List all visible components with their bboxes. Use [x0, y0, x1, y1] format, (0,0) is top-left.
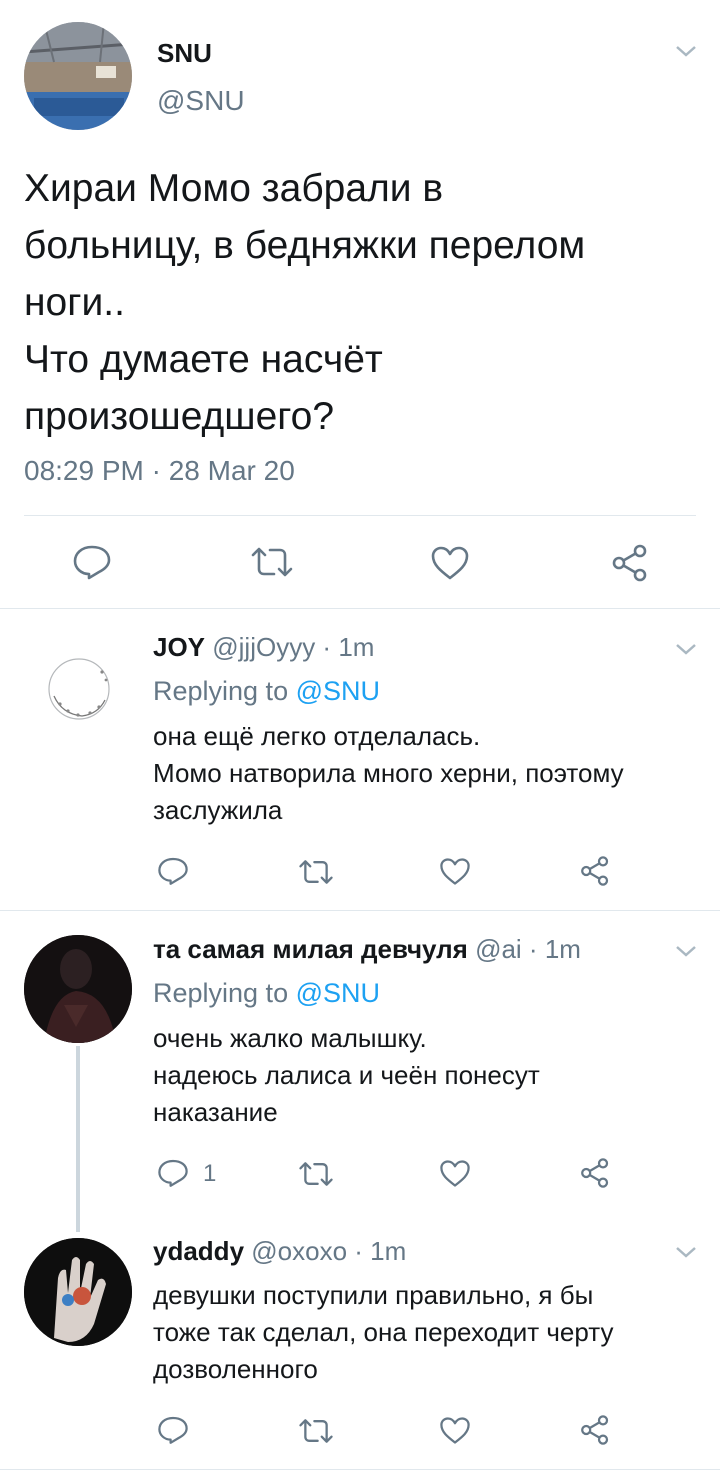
main-tweet-timestamp[interactable]: 08:29 PM · 28 Mar 20	[24, 455, 295, 487]
main-tweet-text-line: Что думаете насчёт	[24, 338, 383, 381]
reply-like-icon[interactable]	[439, 1416, 471, 1445]
reply-handle-meta[interactable]: @ai · 1m	[475, 934, 581, 964]
reply-text-line: Момо натворила много херни, поэтому	[153, 758, 624, 788]
reply-chevron-down-icon[interactable]	[675, 1245, 697, 1259]
replying-to-label: Replying to	[153, 676, 296, 706]
reply-retweet-icon[interactable]	[298, 858, 334, 886]
reply-like-icon[interactable]	[439, 857, 471, 886]
reply-share-icon[interactable]	[579, 1414, 611, 1446]
reply-reply-icon[interactable]	[157, 1415, 189, 1445]
reply-reply-icon[interactable]	[157, 1158, 189, 1188]
reply-text-line: она ещё легко отделалась.	[153, 721, 481, 751]
reply-reply-icon[interactable]	[157, 856, 189, 886]
main-tweet-divider	[24, 515, 696, 516]
replying-to-label: Replying to	[153, 978, 296, 1008]
main-tweet-text-line: больницу, в бедняжки перелом	[24, 224, 586, 267]
main-tweet-display-name[interactable]: SNU	[157, 38, 212, 69]
divider	[0, 608, 720, 609]
wreath-avatar-icon	[48, 658, 110, 720]
hand-portrait-avatar-icon	[24, 1238, 132, 1346]
reply-count: 1	[203, 1160, 217, 1187]
main-tweet-handle[interactable]: @SNU	[157, 85, 245, 117]
divider	[0, 1469, 720, 1470]
divider	[0, 910, 720, 911]
gym-avatar-photo-icon	[24, 22, 132, 130]
main-tweet-avatar[interactable]	[24, 22, 132, 130]
reply-text-line: тоже так сделал, она переходит черту	[153, 1317, 614, 1347]
main-tweet-text-line: Хираи Момо забрали в	[24, 167, 444, 210]
main-tweet-text-line: ноги..	[24, 281, 125, 324]
reply-text-line: заслужила	[153, 795, 283, 825]
reply-text-line: наказание	[153, 1097, 278, 1127]
dark-portrait-avatar-icon	[24, 935, 132, 1043]
replying-to-link[interactable]: @SNU	[296, 676, 380, 706]
reply-header: та самая милая девчуля @ai · 1m	[153, 934, 581, 965]
main-retweet-icon[interactable]	[250, 545, 294, 579]
reply-avatar[interactable]	[24, 1238, 132, 1346]
reply-text: очень жалко малышку. надеюсь лалиса и че…	[153, 1020, 540, 1131]
main-tweet-text-line: произошедшего?	[24, 395, 335, 438]
reply-text-line: дозволенного	[153, 1354, 318, 1384]
reply-display-name[interactable]: ydaddy	[153, 1236, 244, 1266]
reply-display-name[interactable]: JOY	[153, 632, 205, 662]
replying-to-link[interactable]: @SNU	[296, 978, 380, 1008]
reply-text-line: девушки поступили правильно, я бы	[153, 1280, 594, 1310]
reply-retweet-icon[interactable]	[298, 1160, 334, 1188]
reply-chevron-down-icon[interactable]	[675, 642, 697, 656]
main-tweet-chevron-down-icon[interactable]	[675, 44, 697, 58]
main-tweet-text: Хираи Момо забрали в больницу, в бедняжк…	[24, 160, 585, 445]
thread-connector-line	[76, 1046, 80, 1232]
reply-header: JOY @jjjOyyy · 1m	[153, 632, 374, 663]
reply-display-name[interactable]: та самая милая девчуля	[153, 934, 468, 964]
reply-handle-meta[interactable]: @jjjOyyy · 1m	[212, 632, 374, 662]
reply-like-icon[interactable]	[439, 1159, 471, 1188]
reply-text-line: надеюсь лалиса и чеён понесут	[153, 1060, 540, 1090]
reply-avatar[interactable]	[24, 935, 132, 1043]
main-like-icon[interactable]	[430, 545, 470, 581]
reply-header: ydaddy @oxoxo · 1m	[153, 1236, 406, 1267]
reply-chevron-down-icon[interactable]	[675, 944, 697, 958]
reply-text-line: очень жалко малышку.	[153, 1023, 427, 1053]
reply-text: девушки поступили правильно, я бы тоже т…	[153, 1277, 613, 1388]
reply-handle-meta[interactable]: @oxoxo · 1m	[251, 1236, 406, 1266]
reply-share-icon[interactable]	[579, 855, 611, 887]
replying-to-line: Replying to @SNU	[153, 676, 380, 707]
reply-share-icon[interactable]	[579, 1157, 611, 1189]
main-reply-icon[interactable]	[72, 544, 112, 580]
reply-text: она ещё легко отделалась. Момо натворила…	[153, 718, 624, 829]
main-share-icon[interactable]	[610, 543, 650, 583]
reply-retweet-icon[interactable]	[298, 1417, 334, 1445]
reply-avatar[interactable]	[42, 652, 116, 726]
replying-to-line: Replying to @SNU	[153, 978, 380, 1009]
